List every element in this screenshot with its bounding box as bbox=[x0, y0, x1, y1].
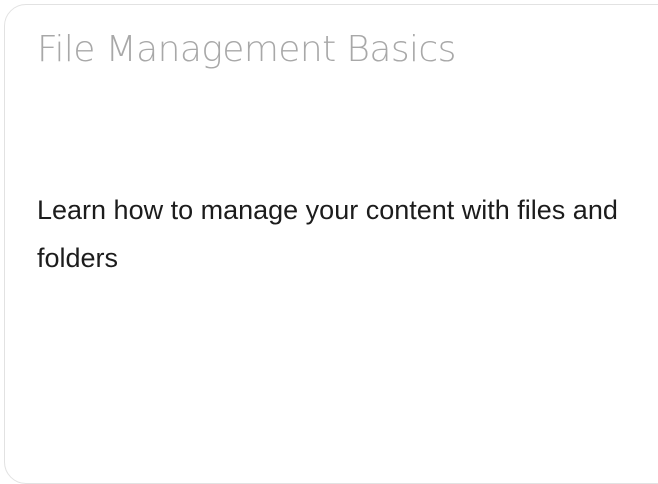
card-description: Learn how to manage your content with fi… bbox=[37, 195, 618, 273]
card-title: File Management Basics bbox=[37, 29, 456, 70]
tutorial-card[interactable]: File Management Basics Learn how to mana… bbox=[4, 4, 658, 484]
